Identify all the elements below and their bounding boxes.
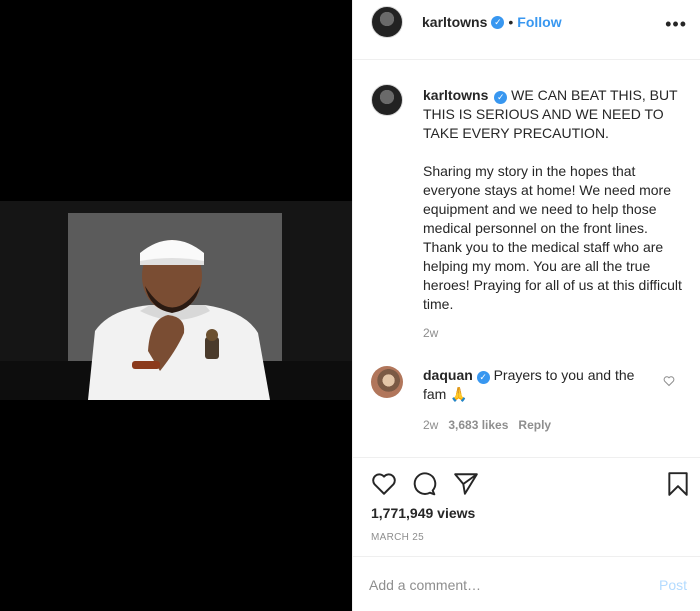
add-comment-bar: Post — [353, 556, 700, 611]
reply-button[interactable]: Reply — [518, 418, 551, 432]
author-avatar[interactable] — [371, 6, 403, 38]
video-subject-image — [88, 240, 270, 400]
more-options-icon[interactable]: ••• — [665, 14, 687, 35]
commenter-avatar[interactable] — [371, 366, 403, 398]
like-heart-icon[interactable] — [371, 471, 397, 497]
video-frame[interactable] — [0, 201, 352, 400]
comment-like-heart-icon[interactable] — [663, 375, 675, 387]
comment-bubble-icon[interactable] — [411, 471, 437, 497]
post-date[interactable]: MARCH 25 — [371, 532, 424, 543]
post-media[interactable] — [0, 0, 352, 611]
verified-badge-icon: ✓ — [476, 371, 490, 384]
caption-avatar[interactable] — [371, 84, 403, 116]
verified-badge-icon: ✓ — [494, 91, 508, 104]
comment-timestamp[interactable]: 2w — [423, 418, 438, 432]
add-comment-input[interactable] — [369, 574, 629, 596]
post-header: karltowns ✓ • Follow ••• — [353, 0, 700, 60]
post-side-panel: karltowns ✓ • Follow ••• karltowns ✓ WE … — [352, 0, 700, 611]
caption-username[interactable]: karltowns — [423, 87, 488, 103]
post-comment-button[interactable]: Post — [659, 577, 687, 593]
comment-text-block: daquan ✓ Prayers to you and the fam 🙏 — [423, 366, 649, 404]
comment-likes[interactable]: 3,683 likes — [448, 418, 508, 432]
view-count[interactable]: 1,771,949 views — [371, 505, 475, 521]
post-actions: 1,771,949 views MARCH 25 — [353, 457, 700, 557]
commenter-username[interactable]: daquan — [423, 367, 473, 383]
header-user-line: karltowns ✓ • Follow — [422, 14, 562, 30]
save-bookmark-icon[interactable] — [665, 471, 691, 497]
caption-timestamp[interactable]: 2w — [423, 326, 438, 340]
caption-body: WE CAN BEAT THIS, BUT THIS IS SERIOUS AN… — [423, 87, 682, 312]
comment-item: daquan ✓ Prayers to you and the fam 🙏 2w… — [353, 356, 700, 436]
caption-text-block: karltowns ✓ WE CAN BEAT THIS, BUT THIS I… — [423, 86, 683, 314]
author-username[interactable]: karltowns — [422, 14, 487, 30]
verified-badge-icon: ✓ — [491, 15, 505, 29]
separator-dot: • — [508, 14, 514, 30]
share-paper-plane-icon[interactable] — [453, 471, 479, 497]
comment-meta: 2w 3,683 likes Reply — [423, 418, 551, 432]
follow-button[interactable]: Follow — [517, 14, 561, 30]
